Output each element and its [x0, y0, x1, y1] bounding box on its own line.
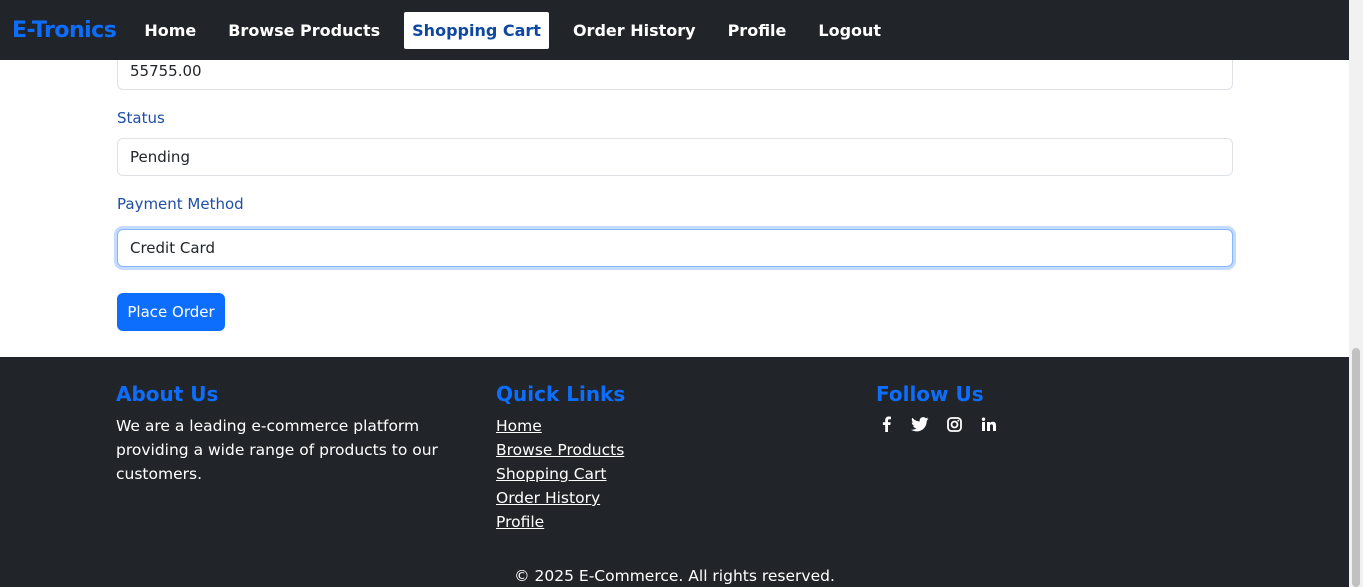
scrollbar-thumb[interactable]	[1352, 348, 1360, 587]
about-title: About Us	[116, 382, 219, 406]
page-scrollbar[interactable]	[1349, 0, 1363, 587]
payment-method-field[interactable]: Credit Card	[117, 229, 1233, 267]
linkedin-icon[interactable]	[978, 414, 998, 434]
instagram-icon[interactable]	[944, 414, 964, 434]
quick-links-title: Quick Links	[496, 382, 626, 406]
quick-links-section: Quick Links Home Browse Products Shoppin…	[496, 382, 796, 534]
social-icons	[876, 414, 1176, 434]
footer-link-home[interactable]: Home	[496, 414, 796, 438]
footer-link-profile[interactable]: Profile	[496, 510, 796, 534]
about-text: We are a leading e-commerce platform pro…	[116, 417, 438, 483]
footer-link-order-history[interactable]: Order History	[496, 486, 796, 510]
about-section: About Us We are a leading e-commerce pla…	[116, 382, 476, 486]
checkout-form: 55755.00 Status Pending Payment Method C…	[0, 52, 1349, 357]
status-field[interactable]: Pending	[117, 138, 1233, 176]
nav-logout[interactable]: Logout	[810, 12, 889, 49]
follow-section: Follow Us	[876, 382, 1176, 434]
twitter-icon[interactable]	[910, 414, 930, 434]
footer-link-shopping-cart[interactable]: Shopping Cart	[496, 462, 796, 486]
brand-logo[interactable]: E-Tronics	[12, 18, 117, 43]
nav-profile[interactable]: Profile	[720, 12, 795, 49]
site-footer: About Us We are a leading e-commerce pla…	[0, 357, 1349, 587]
nav-order-history[interactable]: Order History	[565, 12, 704, 49]
footer-link-browse-products[interactable]: Browse Products	[496, 438, 796, 462]
nav-shopping-cart[interactable]: Shopping Cart	[404, 11, 549, 49]
place-order-button[interactable]: Place Order	[117, 293, 225, 331]
top-navbar: E-Tronics Home Browse Products Shopping …	[0, 0, 1349, 60]
nav-home[interactable]: Home	[136, 12, 204, 49]
status-label: Status	[117, 109, 165, 127]
follow-title: Follow Us	[876, 382, 984, 406]
nav-browse-products[interactable]: Browse Products	[220, 12, 388, 49]
payment-method-label: Payment Method	[117, 195, 244, 213]
copyright-text: © 2025 E-Commerce. All rights reserved.	[514, 567, 835, 585]
facebook-icon[interactable]	[876, 414, 896, 434]
